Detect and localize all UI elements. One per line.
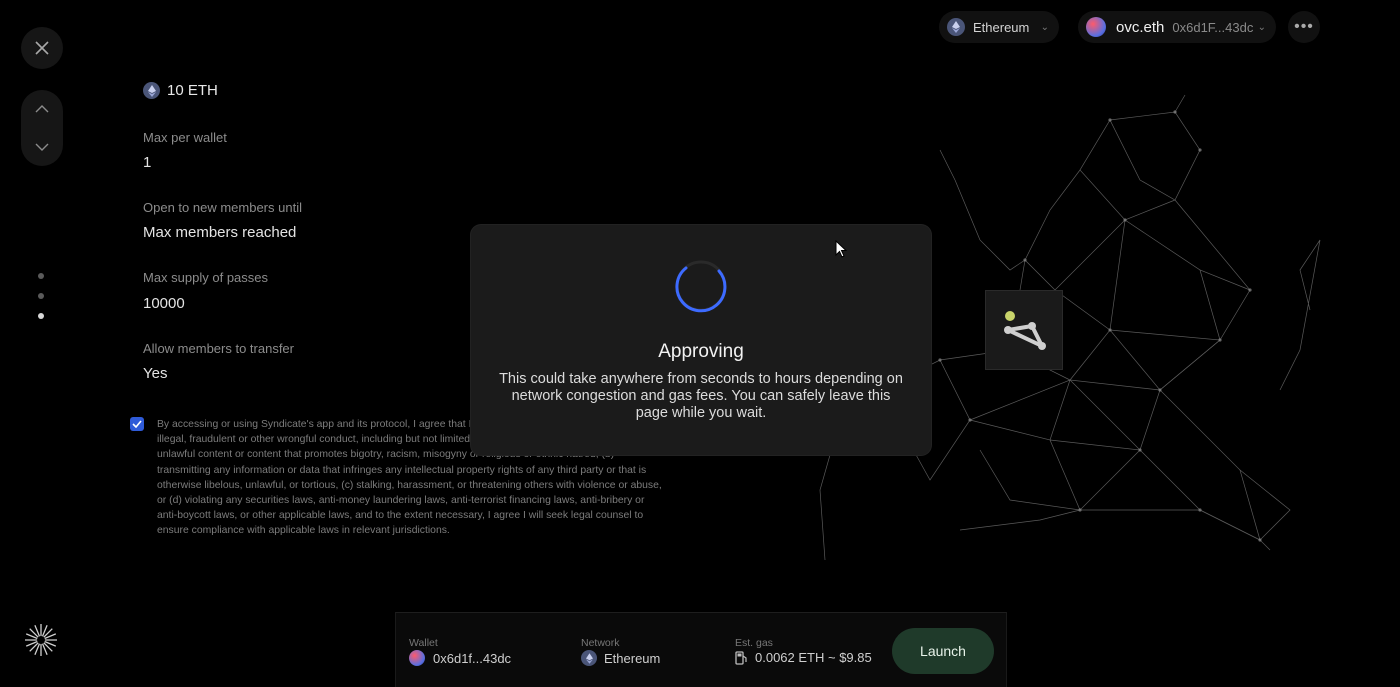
wallet-value: 0x6d1f...43dc <box>409 650 511 666</box>
modal-message: This could take anywhere from seconds to… <box>499 371 903 421</box>
app-thumbnail <box>985 290 1063 370</box>
step-dot-active[interactable] <box>38 313 44 319</box>
syndicate-logo-icon <box>25 624 57 656</box>
gas-estimate: 0.0062 ETH ~ $9.85 <box>755 650 872 665</box>
launch-footer: Wallet 0x6d1f...43dc Network Ethereum Es… <box>395 612 1007 687</box>
chevron-up-icon <box>35 105 49 113</box>
wallet-selector[interactable]: ovc.eth 0x6d1F...43dc ⌄ <box>1078 11 1276 43</box>
approving-modal: Approving This could take anywhere from … <box>471 225 931 455</box>
allow-transfer-value: Yes <box>143 365 168 382</box>
share-network-icon <box>1004 311 1046 350</box>
max-supply-value: 10000 <box>143 295 185 312</box>
avatar <box>409 650 425 666</box>
wallet-ens-name: ovc.eth <box>1116 18 1165 36</box>
chevron-down-icon: ⌄ <box>1257 21 1266 33</box>
network-label: Network <box>581 637 620 649</box>
price-value: 10 ETH <box>167 82 218 99</box>
gas-value: 0.0062 ETH ~ $9.85 <box>735 650 872 665</box>
step-up-button[interactable] <box>21 94 63 124</box>
ethereum-icon <box>947 18 965 36</box>
wallet-address: 0x6d1f...43dc <box>433 650 512 666</box>
more-options-button[interactable]: ••• <box>1288 11 1320 43</box>
ethereum-icon <box>143 82 160 99</box>
step-indicator <box>38 273 44 319</box>
mouse-cursor-icon <box>835 240 847 258</box>
modal-title: Approving <box>658 341 744 362</box>
network-value: Ethereum <box>581 650 660 666</box>
max-supply-label: Max supply of passes <box>143 270 269 285</box>
more-horizontal-icon: ••• <box>1294 18 1314 35</box>
chevron-down-icon <box>35 143 49 151</box>
loading-spinner-icon <box>675 260 727 313</box>
allow-transfer-label: Allow members to transfer <box>143 341 294 356</box>
avatar <box>1086 17 1106 37</box>
step-navigation <box>21 90 63 166</box>
wallet-address: 0x6d1F...43dc <box>1172 19 1254 35</box>
checkmark-icon <box>132 420 142 428</box>
gas-pump-icon <box>735 650 747 665</box>
max-per-wallet-label: Max per wallet <box>143 130 227 145</box>
open-until-label: Open to new members until <box>143 200 302 215</box>
step-dot[interactable] <box>38 273 44 279</box>
ethereum-icon <box>581 650 597 666</box>
close-icon <box>35 41 49 55</box>
network-name: Ethereum <box>604 650 661 666</box>
step-down-button[interactable] <box>21 132 63 162</box>
close-button[interactable] <box>21 27 63 69</box>
chevron-down-icon: ⌄ <box>1040 21 1049 33</box>
terms-checkbox[interactable] <box>130 417 144 431</box>
max-per-wallet-value: 1 <box>143 154 152 171</box>
open-until-value: Max members reached <box>143 224 297 241</box>
network-selector[interactable]: Ethereum ⌄ <box>939 11 1059 43</box>
wallet-label: Wallet <box>409 637 438 649</box>
price-display: 10 ETH <box>143 82 218 99</box>
launch-button[interactable]: Launch <box>892 628 994 674</box>
network-label: Ethereum <box>973 19 1030 35</box>
step-dot[interactable] <box>38 293 44 299</box>
gas-label: Est. gas <box>735 637 773 649</box>
